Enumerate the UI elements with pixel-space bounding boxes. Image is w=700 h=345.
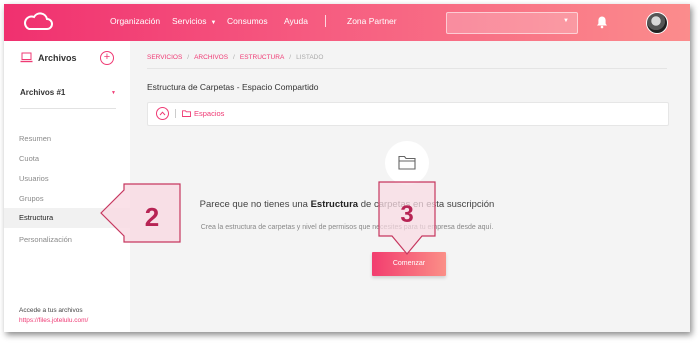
callout-number-2: 2	[145, 202, 159, 232]
callout-arrow-2: 2	[100, 183, 181, 243]
tutorial-overlay: 2 3	[100, 181, 436, 255]
callout-number-3: 3	[400, 201, 413, 228]
callout-arrow-3: 3	[378, 181, 436, 255]
